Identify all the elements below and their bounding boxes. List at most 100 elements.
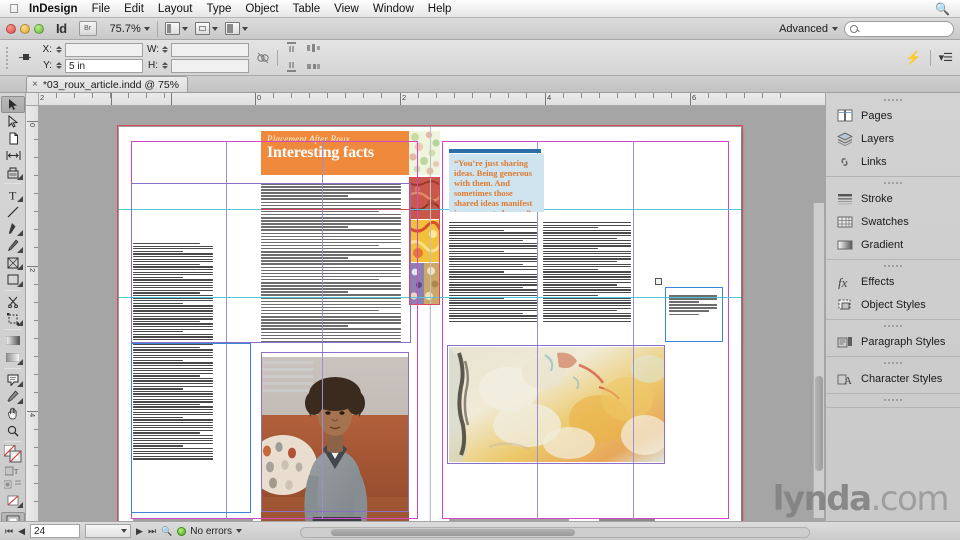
menu-item-object[interactable]: Object [238, 0, 285, 18]
horizontal-scrollbar-thumb[interactable] [331, 529, 576, 536]
dock-group-grip[interactable] [826, 261, 960, 270]
page-tool[interactable] [1, 130, 25, 147]
menu-item-table[interactable]: Table [286, 0, 328, 18]
text-frame-outline-right[interactable] [665, 287, 723, 342]
menu-item-edit[interactable]: Edit [117, 0, 151, 18]
first-page-icon[interactable]: ⏮ [5, 526, 13, 537]
scissors-tool[interactable] [1, 293, 25, 310]
ruler-origin-corner[interactable] [26, 93, 39, 106]
document-canvas[interactable]: Placement After Roux Interesting facts “… [39, 106, 825, 521]
help-search-field[interactable] [844, 20, 954, 37]
panel-button-links[interactable]: Links [826, 150, 960, 173]
next-page-icon[interactable]: ▶ [136, 526, 143, 537]
zoom-window-button[interactable] [34, 23, 44, 34]
panel-button-effects[interactable]: fx Effects [826, 270, 960, 293]
free-transform-tool[interactable] [1, 310, 25, 327]
w-stepper[interactable] [160, 43, 169, 57]
go-to-bridge-button[interactable]: Br [78, 21, 97, 36]
distribute-horizontal-icon[interactable] [306, 41, 322, 57]
fill-stroke-swatches[interactable] [1, 444, 25, 464]
zoom-tool[interactable] [1, 422, 25, 439]
pencil-tool[interactable] [1, 237, 25, 254]
content-collector-tool[interactable] [1, 164, 25, 181]
horizontal-ruler[interactable]: 2 0 2 4 6 [26, 93, 825, 106]
view-options-button[interactable] [164, 21, 188, 37]
panel-button-gradient[interactable]: Gradient [826, 233, 960, 256]
type-tool[interactable]: T [1, 186, 25, 203]
align-top-icon[interactable] [284, 41, 300, 57]
panel-button-pages[interactable]: Pages [826, 104, 960, 127]
panel-button-layers[interactable]: Layers [826, 127, 960, 150]
rectangle-tool[interactable] [1, 271, 25, 288]
dock-group-grip[interactable] [826, 321, 960, 330]
search-input[interactable] [861, 23, 947, 34]
menu-item-window[interactable]: Window [366, 0, 421, 18]
apply-color-none-row[interactable] [1, 478, 25, 492]
w-input[interactable] [171, 42, 249, 57]
h-stepper[interactable] [160, 59, 169, 73]
gap-tool[interactable] [1, 147, 25, 164]
selected-frame-photo[interactable] [261, 352, 409, 512]
apply-none-button[interactable] [1, 492, 25, 509]
screen-mode-button[interactable] [194, 21, 218, 37]
frame-tool[interactable] [1, 254, 25, 271]
arrange-documents-button[interactable] [224, 21, 248, 37]
y-input[interactable]: 5 in [65, 58, 143, 73]
preflight-zoom-icon[interactable]: 🔍 [161, 526, 172, 537]
menu-item-view[interactable]: View [327, 0, 366, 18]
panel-button-stroke[interactable]: Stroke [826, 187, 960, 210]
dock-group-grip[interactable] [826, 395, 960, 404]
selection-handle[interactable] [655, 278, 662, 285]
page-number-input[interactable]: 24 [30, 524, 81, 538]
selected-frame-painting[interactable] [447, 345, 665, 464]
last-page-icon[interactable]: ⏭ [148, 526, 156, 537]
panel-button-object-styles[interactable]: Object Styles [826, 293, 960, 316]
apple-menu-icon[interactable]:  [6, 2, 22, 15]
selected-thumbnail-frame[interactable] [409, 177, 440, 305]
quick-apply-icon[interactable]: ⚡ [905, 50, 921, 66]
pullquote[interactable]: “You’re just sharing ideas. Being genero… [449, 154, 544, 212]
close-window-button[interactable] [6, 23, 16, 34]
zoom-level-dropdown[interactable]: 75.7% [104, 23, 150, 35]
dock-group-grip[interactable] [826, 358, 960, 367]
direct-selection-tool[interactable] [1, 113, 25, 130]
menu-item-file[interactable]: File [85, 0, 118, 18]
page-number-dropdown[interactable] [85, 524, 132, 538]
y-stepper[interactable] [54, 59, 63, 73]
x-stepper[interactable] [54, 43, 63, 57]
distribute-spacing-icon[interactable] [306, 59, 322, 75]
menu-item-layout[interactable]: Layout [151, 0, 200, 18]
document-tab[interactable]: × *03_roux_article.indd @ 75% [26, 76, 189, 92]
formatting-affects-container[interactable]: T [1, 464, 25, 478]
dock-group-grip[interactable] [826, 95, 960, 104]
panel-grip[interactable] [6, 46, 11, 69]
menu-item-help[interactable]: Help [421, 0, 459, 18]
vertical-scrollbar[interactable] [813, 203, 824, 518]
panel-menu-icon[interactable]: ▾☰ [939, 51, 953, 64]
minimize-window-button[interactable] [20, 23, 30, 34]
document-spread[interactable]: Placement After Roux Interesting facts “… [117, 125, 743, 521]
align-bottom-icon[interactable] [284, 59, 300, 75]
menu-item-indesign[interactable]: InDesign [22, 0, 85, 18]
x-input[interactable] [65, 42, 143, 57]
gradient-swatch-tool[interactable] [1, 332, 25, 349]
eyedropper-tool[interactable] [1, 388, 25, 405]
menu-item-type[interactable]: Type [199, 0, 238, 18]
panel-button-character-styles[interactable]: A Character Styles [826, 367, 960, 390]
gradient-feather-tool[interactable] [1, 349, 25, 366]
dock-group-grip[interactable] [826, 178, 960, 187]
panel-button-paragraph-styles[interactable]: Paragraph Styles [826, 330, 960, 353]
preflight-status[interactable]: No errors [177, 526, 242, 537]
horizontal-scrollbar[interactable] [300, 527, 810, 538]
selected-frame-left[interactable] [131, 183, 411, 343]
line-tool[interactable] [1, 203, 25, 220]
close-icon[interactable]: × [32, 79, 38, 90]
reference-point-selector[interactable] [17, 49, 35, 67]
h-input[interactable] [171, 58, 249, 73]
hand-tool[interactable] [1, 405, 25, 422]
panel-button-swatches[interactable]: Swatches [826, 210, 960, 233]
selection-tool[interactable] [1, 96, 25, 113]
effects-button[interactable] [255, 50, 271, 66]
text-frame-outline[interactable] [131, 343, 251, 513]
previous-page-icon[interactable]: ◀ [18, 526, 25, 537]
